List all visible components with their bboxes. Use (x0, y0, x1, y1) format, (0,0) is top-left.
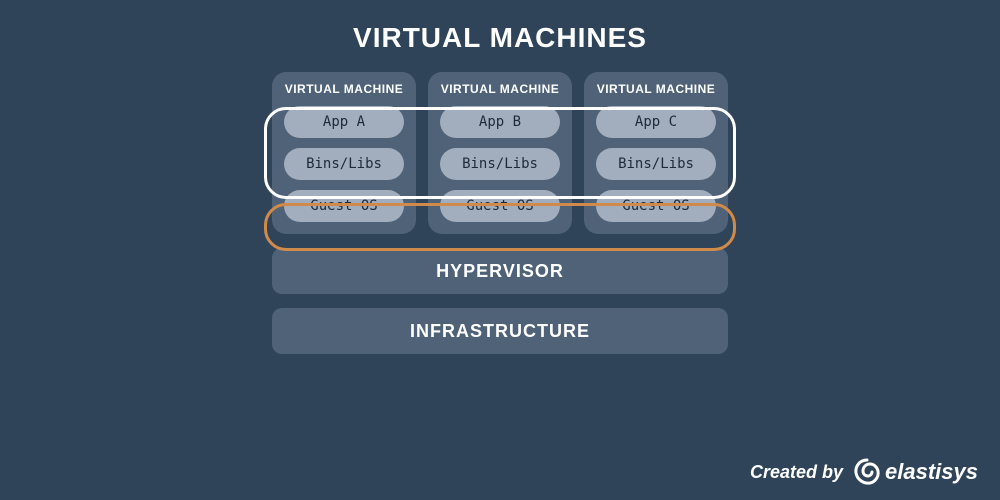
attribution-footer: Created by elastisys (750, 458, 978, 486)
app-pill: App A (284, 106, 404, 138)
app-pill: App C (596, 106, 716, 138)
brand-name: elastisys (885, 459, 978, 485)
diagram-stack: VIRTUAL MACHINE App A Bins/Libs Guest OS… (0, 72, 1000, 354)
hypervisor-layer: HYPERVISOR (272, 248, 728, 294)
infrastructure-layer: INFRASTRUCTURE (272, 308, 728, 354)
libs-pill: Bins/Libs (596, 148, 716, 180)
created-by-label: Created by (750, 462, 843, 483)
diagram-title: VIRTUAL MACHINES (0, 0, 1000, 54)
app-pill: App B (440, 106, 560, 138)
libs-pill: Bins/Libs (440, 148, 560, 180)
libs-pill: Bins/Libs (284, 148, 404, 180)
vm-column-3: VIRTUAL MACHINE App C Bins/Libs Guest OS (584, 72, 728, 234)
vm-header: VIRTUAL MACHINE (285, 82, 404, 96)
brand-logo: elastisys (853, 458, 978, 486)
vm-column-1: VIRTUAL MACHINE App A Bins/Libs Guest OS (272, 72, 416, 234)
swirl-icon (853, 458, 881, 486)
guest-os-pill: Guest OS (440, 190, 560, 222)
guest-os-pill: Guest OS (284, 190, 404, 222)
vm-header: VIRTUAL MACHINE (441, 82, 560, 96)
vm-column-2: VIRTUAL MACHINE App B Bins/Libs Guest OS (428, 72, 572, 234)
vm-row: VIRTUAL MACHINE App A Bins/Libs Guest OS… (272, 72, 728, 234)
vm-header: VIRTUAL MACHINE (597, 82, 716, 96)
guest-os-pill: Guest OS (596, 190, 716, 222)
